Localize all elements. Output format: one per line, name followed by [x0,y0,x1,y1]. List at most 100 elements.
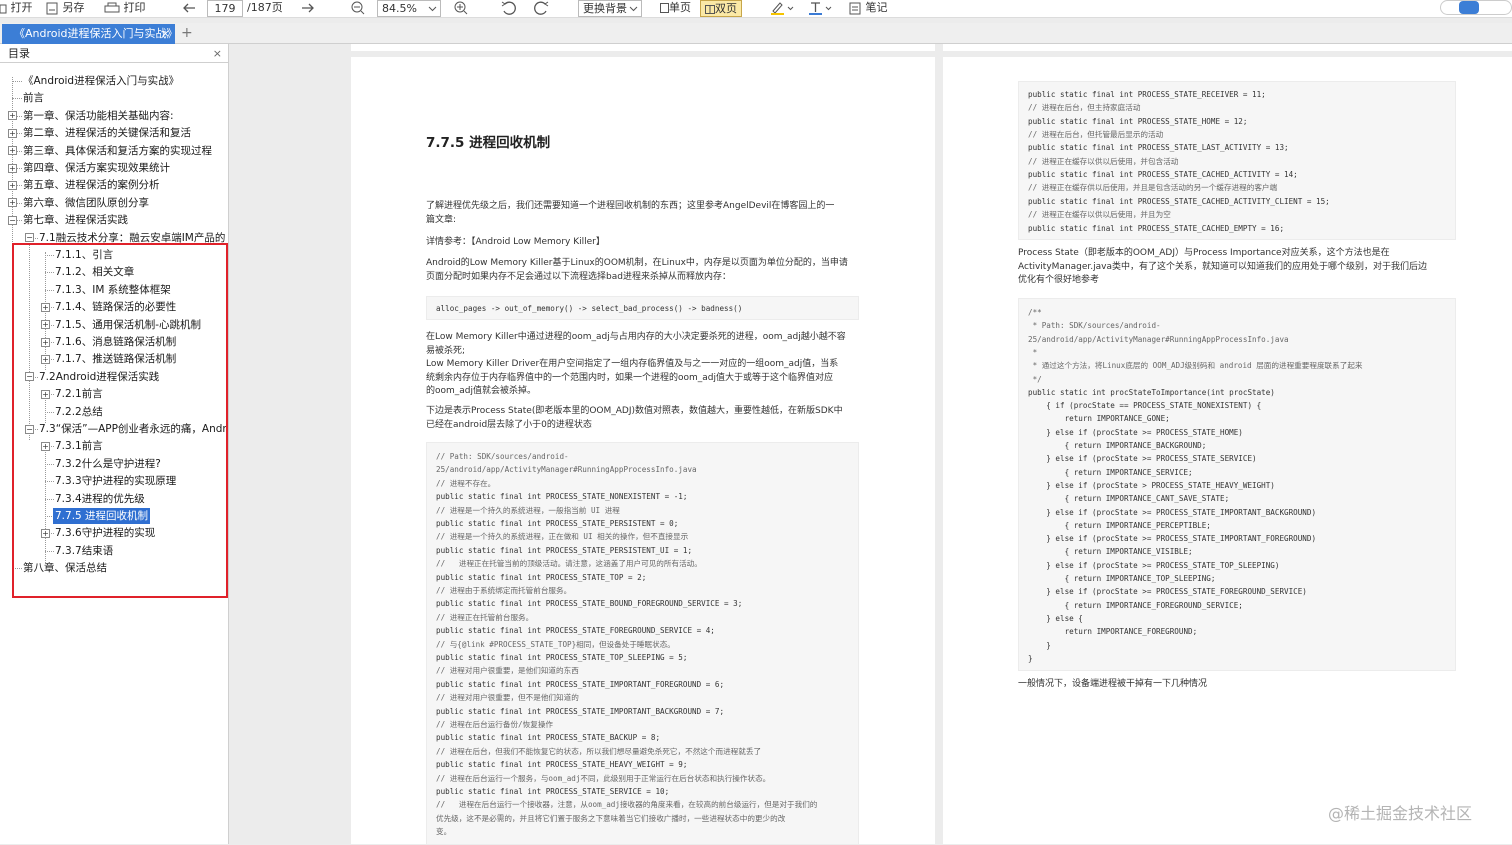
code-comment: * [1028,347,1038,357]
sidebar-header: 目录 × [0,44,228,63]
paragraph-line: 一般情况下，设备端进程被干掉有一下几种情况 [1018,679,1208,689]
code-line: } [1028,640,1051,650]
single-page-icon [660,3,669,13]
zoom-value: 84.5% [382,2,417,15]
collapse-icon[interactable]: − [25,233,34,243]
sidebar: 目录 × 《Android进程保活入门与实战》 前言 + 第一章、保活功能相关基础内容… [0,44,229,844]
highlighter-icon [771,2,794,15]
expand-icon[interactable]: + [8,180,17,190]
code-line: } else if (procState >= PROCESS_STATE_TO… [1028,560,1280,570]
code-line: { if (procState == PROCESS_STATE_NONEXIS… [1028,401,1262,411]
paragraph-line: Low Memory Killer Driver在用户空间指定了一组内存临界值及… [426,359,839,369]
code-comment: // 进程是一个持久的系统进程，一般指当前 UI 进程 [436,505,620,515]
text-tool-button[interactable] [808,0,832,17]
highlighter-button[interactable] [770,0,794,17]
save-as-label: 另存 [62,1,85,14]
tab-close-icon[interactable]: × [161,24,170,44]
toc-item[interactable]: 第七章、进程保活实践 [23,212,128,228]
code-line: public static final int PROCESS_STATE_BO… [436,599,743,609]
print-label: 打印 [123,1,146,14]
toc-item[interactable]: 第二章、进程保活的关键保活和复活 [23,125,191,141]
save-as-button[interactable]: 另存 [45,0,85,17]
single-page-button[interactable]: 单页 [660,0,691,17]
code-comment: // 进程由于系统绑定而托管前台服务。 [436,586,572,595]
toc-item[interactable]: 第六章、微信团队原创分享 [23,195,149,211]
reference-line: 详情参考：【Android Low Memory Killer】 [426,237,605,247]
zoom-in-button[interactable] [452,0,470,17]
code-line: public static final int PROCESS_STATE_HO… [1028,116,1248,126]
code-comment: // 进程正在缓存以供以后使用，并包含活动 [1028,156,1179,166]
page-input[interactable]: 179 [207,0,243,17]
prev-page-button[interactable] [181,0,197,17]
paragraph-line: 已经在android层去除了小于0的进程状态 [426,419,592,430]
code-comment: 变。 [436,827,452,837]
code-comment: // 进程正在托管前台服务。 [436,612,534,622]
background-label: 更换背景 [583,2,627,15]
toc-item[interactable]: 前言 [23,90,44,106]
code-comment: // 进程对用户很重要，但不是他们知道的 [436,693,579,703]
code-line: } else if (procState >= PROCESS_STATE_IM… [1028,534,1317,544]
toc-item[interactable]: 第一章、保活功能相关基础内容: [23,108,174,124]
code-comment: 25/android/app/ActivityManager#RunningAp… [436,465,697,475]
code-comment: // 进程在后台运行一个接收器，注意，从oom_adj接收器的角度来看，在较高的… [436,800,818,810]
expand-icon[interactable]: + [8,146,17,156]
reading-area: 7.7.5 进程回收机制了解进程优先级之后，我们还需要知道一个进程回收机制的东西… [229,44,1512,845]
zoom-select[interactable]: 84.5% [377,0,441,17]
code-line: public static final int PROCESS_STATE_RE… [1028,90,1266,99]
search-box[interactable] [1440,0,1512,15]
toc-item[interactable]: 《Android进程保活入门与实战》 [23,73,179,89]
code-line: public static final int PROCESS_STATE_NO… [436,492,688,502]
arrow-right-icon [302,3,314,12]
tree-line [12,81,22,82]
new-tab-icon[interactable]: + [181,24,193,42]
watermark: @稀土掘金技术社区 [1328,804,1473,823]
code-line: public static final int PROCESS_STATE_IM… [436,679,725,689]
note-icon [849,2,861,14]
rotate-left-button[interactable] [500,0,518,17]
expand-icon[interactable]: + [8,163,17,173]
code-line: public static final int PROCESS_STATE_SE… [436,787,670,796]
next-page-button[interactable] [300,0,316,17]
code-line: public static final int PROCESS_STATE_LA… [1028,143,1289,153]
expand-icon[interactable]: + [8,111,17,121]
chevron-down-icon [428,6,437,12]
code-line: } else if (procState >= PROCESS_STATE_IM… [1028,507,1317,517]
double-page-button[interactable]: 双页 [700,0,742,17]
code-line: public static final int PROCESS_STATE_HE… [436,760,688,770]
toc-item[interactable]: 第五章、进程保活的案例分析 [23,177,160,193]
code-comment: // 进程在后台运行备份/恢复操作 [436,720,554,729]
expand-icon[interactable]: + [8,198,17,208]
code-comment: * 通过这个方法，将Linux底层的 OOM_ADJ级别码和 android 层… [1028,361,1363,371]
code-line: { return IMPORTANCE_CANT_SAVE_STATE; [1028,494,1230,504]
document-tab[interactable]: 《Android进程保活入门与实战》 × [2,24,175,44]
code-comment: 优先级，这不是必需的，并且将它们置于服务之下意味着当它们接收广播时，一些进程状态… [436,813,786,823]
code-block: alloc_pages -> out_of_memory() -> select… [426,296,859,320]
print-button[interactable]: 打印 [104,0,146,17]
app-badge-icon [1459,1,1479,14]
paragraph-line: 优化有个很好地参考 [1018,275,1100,285]
code-line: } else if (procState >= PROCESS_STATE_SE… [1028,454,1257,464]
zoom-out-icon [351,1,365,15]
page-left: 7.7.5 进程回收机制了解进程优先级之后，我们还需要知道一个进程回收机制的东西… [351,57,935,845]
text-tool-icon [809,2,832,15]
open-button[interactable]: 打开 [0,0,33,17]
paragraph-line: 下边是表示Process State(即老版本里的OOM_ADJ)数值对照表，数… [426,406,843,416]
paragraph-line: 页面分配时如果内存不足会通过以下流程选择bad进程来杀掉从而释放内存： [426,271,731,282]
sidebar-close-icon[interactable]: × [213,44,222,63]
section-heading: 7.7.5 进程回收机制 [426,135,551,151]
code-comment: // 进程在后台，但托管最后显示的活动 [1028,130,1164,140]
double-page-label: 双页 [715,2,737,15]
toc-item[interactable]: 第四章、保活方案实现效果统计 [23,160,170,176]
background-button[interactable]: 更换背景 [578,0,642,17]
rotate-right-button[interactable] [532,0,550,17]
paragraph-line: 了解进程优先级之后，我们还需要知道一个进程回收机制的东西；这里参考AngelDe… [426,201,835,211]
code-line: alloc_pages -> out_of_memory() -> select… [436,304,743,313]
zoom-out-button[interactable] [349,0,367,17]
toc-item[interactable]: 第三章、具体保活和复活方案的实现过程 [23,143,212,159]
collapse-icon[interactable]: − [8,215,17,225]
expand-icon[interactable]: + [8,128,17,138]
highlight-box [12,243,228,598]
note-button[interactable]: 笔记 [848,0,888,17]
code-line: public static final int PROCESS_STATE_CA… [1028,223,1285,233]
paragraph-line: 的oom_adj值就会被杀掉。 [426,386,537,396]
